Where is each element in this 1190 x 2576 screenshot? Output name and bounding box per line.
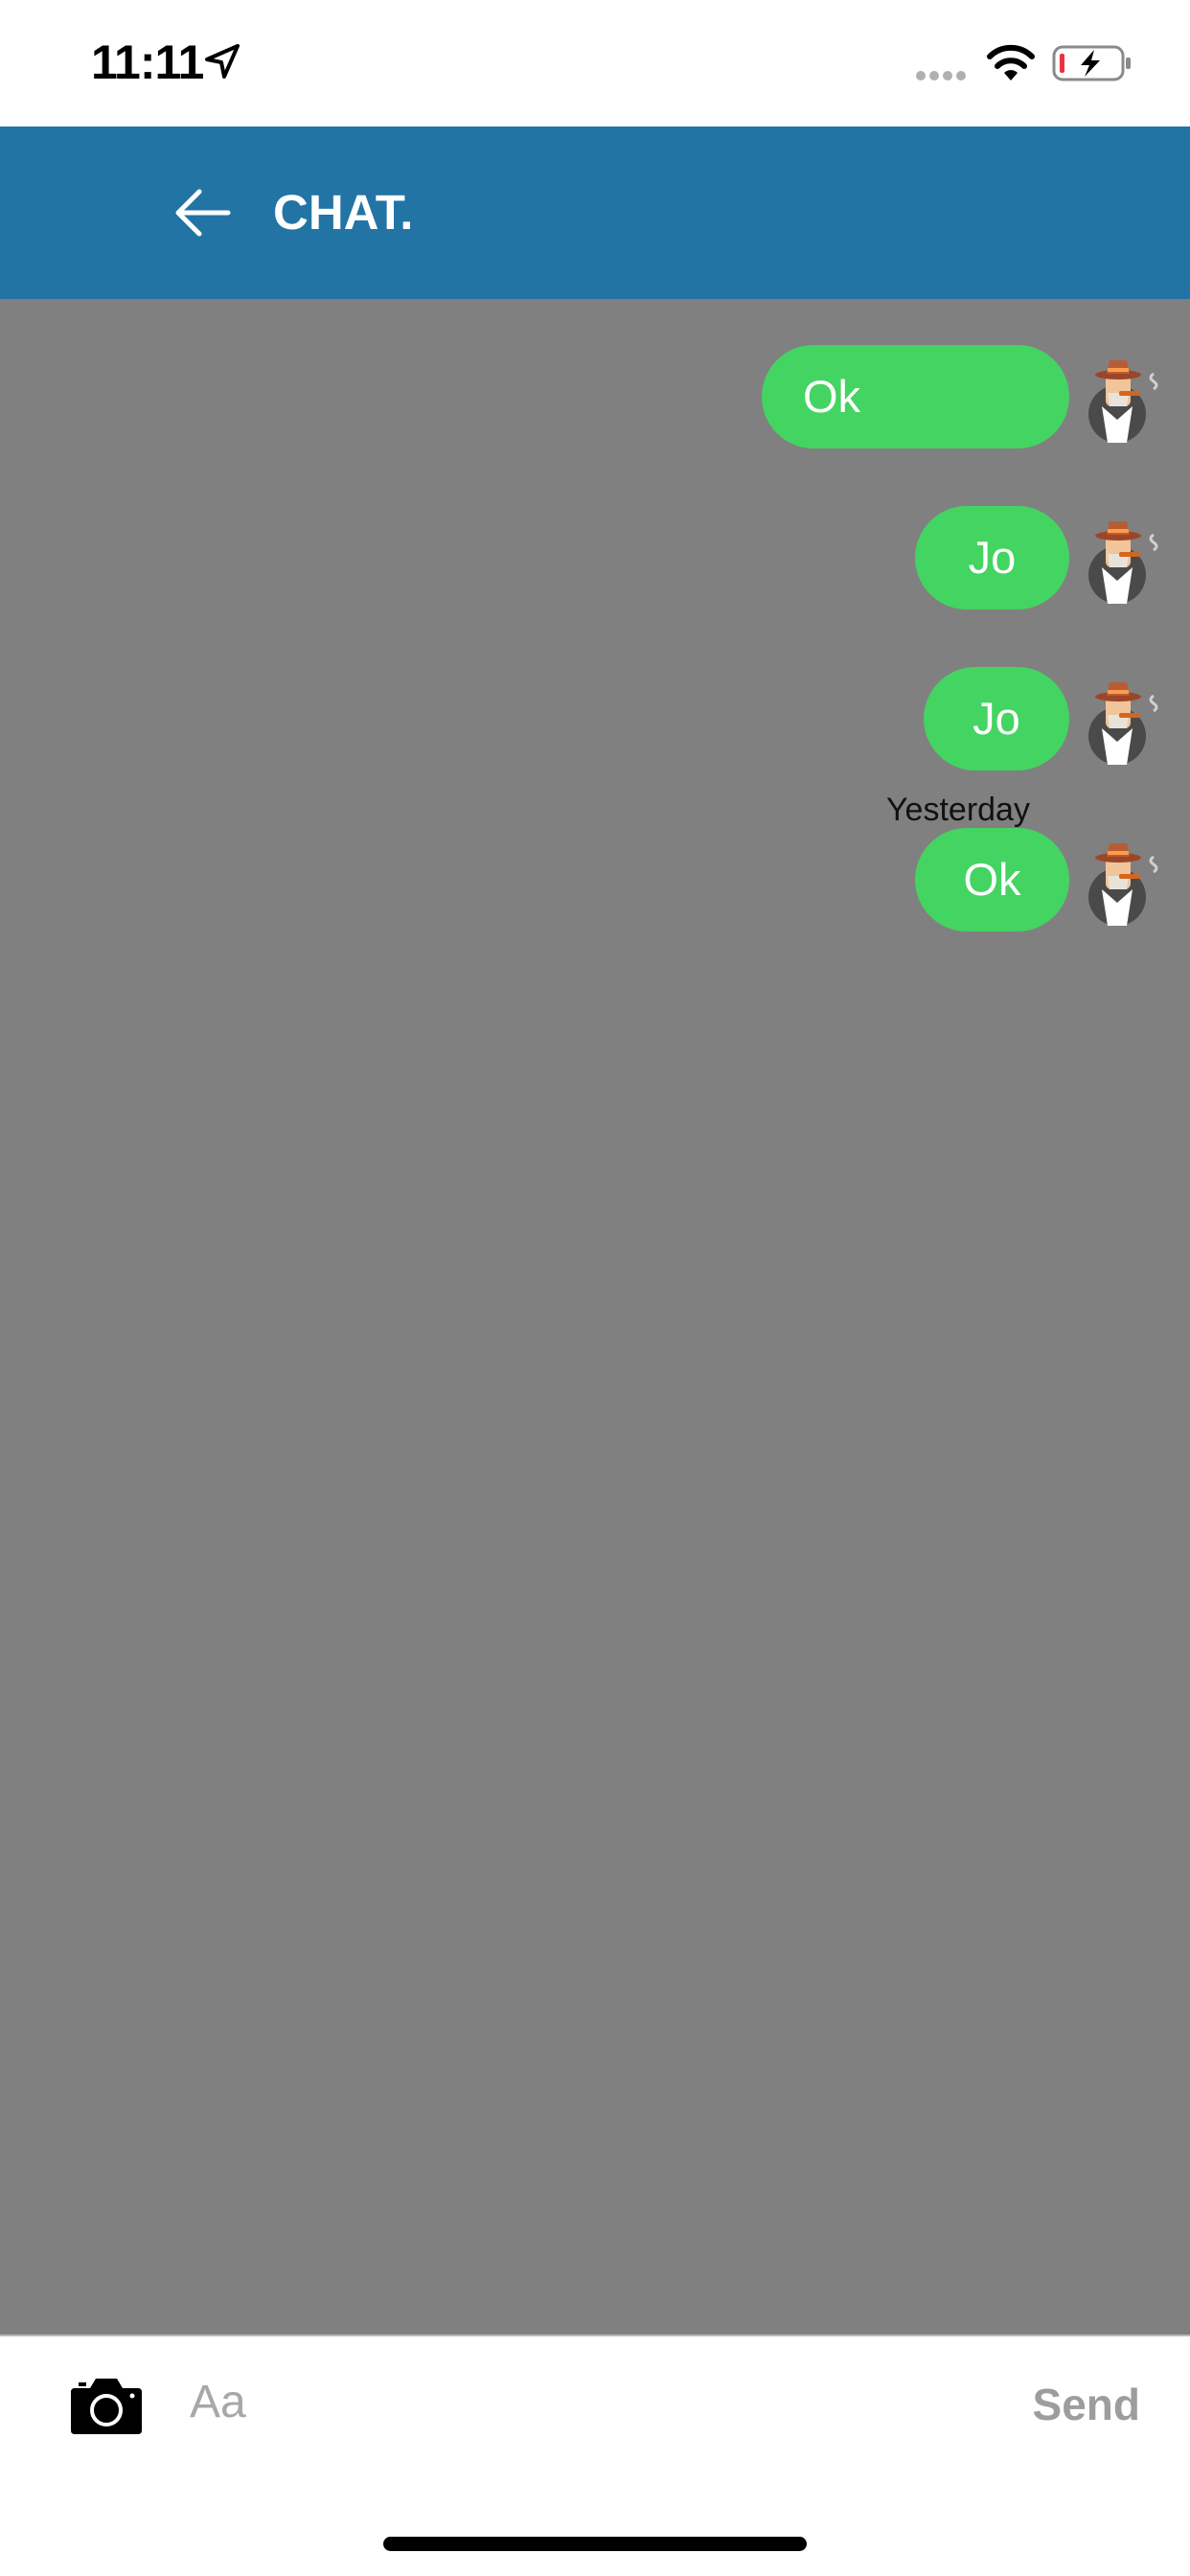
message-bubble[interactable]: Ok — [762, 345, 1069, 448]
message-text: Ok — [803, 371, 861, 422]
user-avatar-icon — [1088, 521, 1158, 604]
message-bubble[interactable]: Ok — [915, 828, 1069, 932]
page-title: CHAT. — [273, 185, 414, 240]
status-bar: 11:11 — [0, 0, 1190, 126]
back-arrow-icon[interactable] — [172, 186, 234, 240]
message-composer: Send — [0, 2334, 1190, 2576]
message-text: Jo — [968, 532, 1017, 583]
cellular-signal-icon — [916, 71, 966, 80]
message-bubble[interactable]: Jo — [924, 667, 1069, 770]
status-time: 11:11 — [91, 35, 204, 89]
battery-charging-icon — [1052, 45, 1131, 81]
message-input[interactable] — [190, 2363, 956, 2440]
chat-message-list[interactable]: Ok Jo Jo Yesterday Ok — [0, 299, 1190, 2334]
user-avatar-icon — [1088, 843, 1158, 926]
message-text: Ok — [963, 854, 1021, 905]
wifi-icon — [987, 44, 1035, 80]
location-arrow-icon — [205, 44, 240, 79]
home-indicator — [383, 2537, 807, 2551]
message-text: Jo — [973, 693, 1020, 744]
user-avatar-icon — [1088, 360, 1158, 443]
camera-icon[interactable] — [69, 2375, 144, 2436]
user-avatar-icon — [1088, 682, 1158, 765]
app-header: CHAT. — [0, 126, 1190, 299]
message-date-label: Yesterday — [886, 792, 1030, 828]
send-button[interactable]: Send — [996, 2371, 1140, 2438]
message-bubble[interactable]: Jo — [915, 506, 1069, 610]
